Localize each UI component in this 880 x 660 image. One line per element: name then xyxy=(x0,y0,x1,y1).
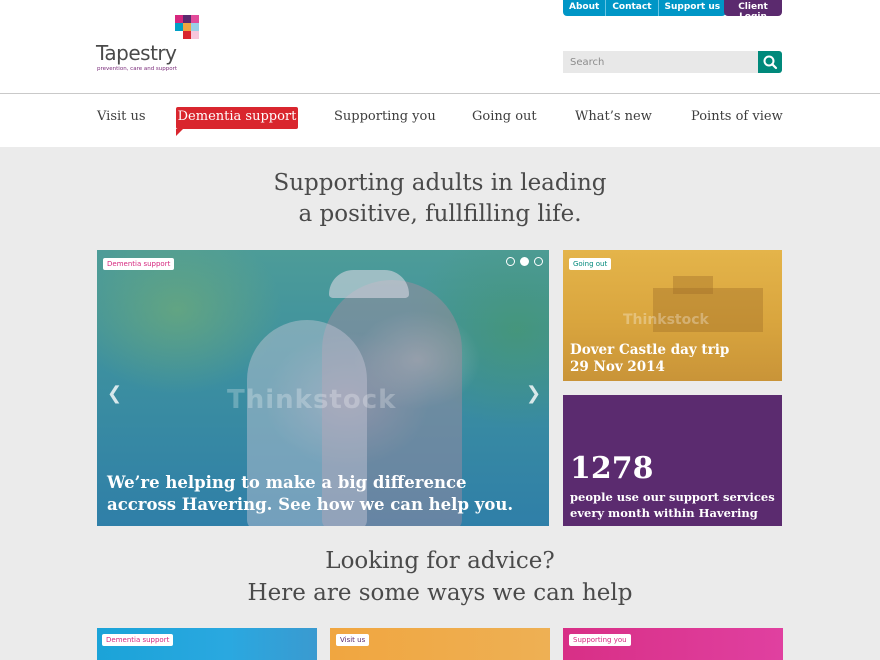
dover-title-line1: Dover Castle day trip xyxy=(570,342,730,358)
search-input[interactable] xyxy=(563,51,758,73)
stat-description: people use our support services every mo… xyxy=(570,489,775,521)
going-out-tag[interactable]: Going out xyxy=(569,258,612,270)
stat-number: 1278 xyxy=(570,451,654,486)
nav-points-of-view[interactable]: Points of view xyxy=(691,109,783,124)
main-nav: Visit us Dementia support Supporting you… xyxy=(0,94,880,147)
logo-wordmark: Tapestry xyxy=(96,41,177,65)
contact-link[interactable]: Contact xyxy=(606,0,659,16)
advice-card-visit[interactable]: Visit us xyxy=(330,628,550,660)
site-header: Tapestry prevention, care and support Ab… xyxy=(0,0,880,94)
advice-heading-line1: Looking for advice? xyxy=(325,548,555,574)
hero-heading: Supporting adults in leading a positive,… xyxy=(0,168,880,230)
supporting-you-tag[interactable]: Supporting you xyxy=(569,634,631,646)
slider-caption-line2: accross Havering. See how we can help yo… xyxy=(107,495,514,514)
stat-line2: every month within Havering xyxy=(570,506,758,520)
search-button[interactable] xyxy=(758,51,782,73)
nav-going-out[interactable]: Going out xyxy=(472,109,537,124)
dover-title-line2: 29 Nov 2014 xyxy=(570,359,665,375)
watermark: Thinkstock xyxy=(623,312,709,328)
dementia-support-tag[interactable]: Dementia support xyxy=(102,634,174,646)
watermark: Thinkstock xyxy=(227,385,397,415)
stat-card[interactable]: 1278 people use our support services eve… xyxy=(563,395,782,526)
nav-supporting-you[interactable]: Supporting you xyxy=(334,109,436,124)
hero-heading-line2: a positive, fullfilling life. xyxy=(298,201,582,227)
advice-card-supporting[interactable]: Supporting you xyxy=(563,628,783,660)
advice-card-dementia[interactable]: Dementia support xyxy=(97,628,317,660)
logo-squares-icon xyxy=(175,15,199,39)
about-link[interactable]: About xyxy=(563,0,607,16)
slider-caption[interactable]: We’re helping to make a big difference a… xyxy=(107,472,513,516)
dover-castle-card[interactable]: Thinkstock Going out Dover Castle day tr… xyxy=(563,250,782,381)
stat-line1: people use our support services xyxy=(570,490,775,504)
visit-us-tag[interactable]: Visit us xyxy=(336,634,370,646)
chevron-left-icon[interactable]: ❮ xyxy=(107,383,122,404)
nav-dementia-support[interactable]: Dementia support xyxy=(176,107,298,136)
dover-card-title: Dover Castle day trip 29 Nov 2014 xyxy=(570,342,729,376)
slider-caption-line1: We’re helping to make a big difference xyxy=(107,473,467,492)
photo-hat xyxy=(329,270,409,298)
hero-heading-line1: Supporting adults in leading xyxy=(273,170,607,196)
client-login-button[interactable]: Client Login xyxy=(724,0,782,22)
hero-slider[interactable]: Thinkstock Dementia support ❮ ❯ We’re he… xyxy=(97,250,549,526)
slider-category-tag[interactable]: Dementia support xyxy=(103,258,175,270)
top-links: About Contact Support us xyxy=(563,0,727,16)
slider-dots xyxy=(506,257,543,266)
nav-whats-new[interactable]: What’s new xyxy=(575,109,652,124)
chevron-right-icon[interactable]: ❯ xyxy=(526,383,541,404)
advice-heading-line2: Here are some ways we can help xyxy=(247,580,633,606)
slide-dot-2[interactable] xyxy=(520,257,529,266)
tapestry-logo[interactable]: Tapestry prevention, care and support xyxy=(96,15,206,75)
search-icon xyxy=(763,55,778,70)
support-us-link[interactable]: Support us xyxy=(659,0,727,16)
advice-heading: Looking for advice? Here are some ways w… xyxy=(0,545,880,609)
logo-tagline: prevention, care and support xyxy=(97,66,178,72)
slide-dot-1[interactable] xyxy=(506,257,515,266)
slide-dot-3[interactable] xyxy=(534,257,543,266)
nav-visit-us[interactable]: Visit us xyxy=(97,109,146,124)
